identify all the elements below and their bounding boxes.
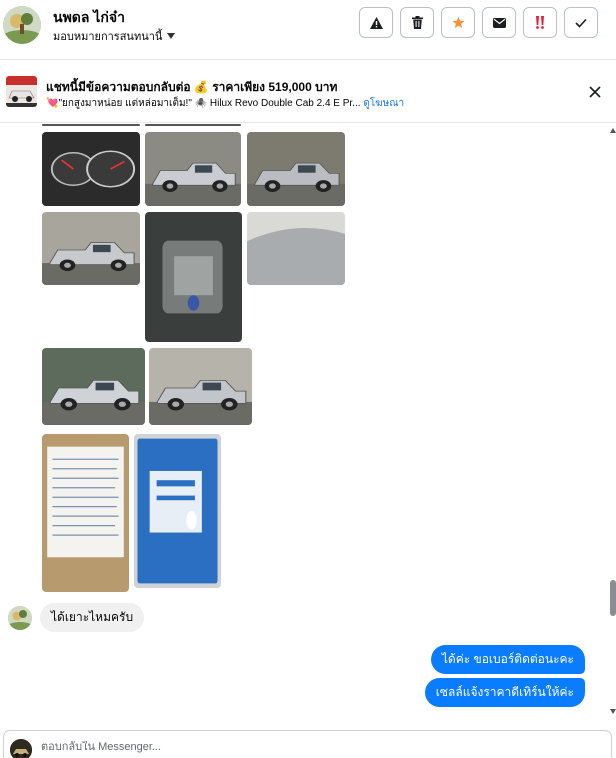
report-spam-button[interactable] bbox=[359, 7, 393, 38]
close-icon[interactable] bbox=[588, 85, 602, 99]
photo-attachment[interactable] bbox=[145, 212, 242, 342]
mark-unread-button[interactable] bbox=[482, 7, 516, 38]
scrollbar-thumb[interactable] bbox=[610, 580, 616, 616]
mark-done-button[interactable] bbox=[564, 7, 598, 38]
photo-attachment[interactable] bbox=[145, 124, 241, 126]
assign-label: มอบหมายการสนทนานี้ bbox=[53, 31, 163, 43]
delete-button[interactable] bbox=[400, 7, 434, 38]
outgoing-message[interactable]: ได้ค่ะ ขอเบอร์ติดต่อนะคะ bbox=[430, 645, 585, 674]
thread-scrollbar[interactable] bbox=[610, 124, 616, 718]
view-ad-link[interactable]: ดูโฆษณา bbox=[363, 98, 404, 109]
double-exclamation-icon bbox=[536, 16, 544, 29]
assign-conversation-dropdown[interactable]: มอบหมายการสนทนานี้ bbox=[53, 27, 176, 45]
photo-attachment[interactable] bbox=[42, 434, 129, 592]
follow-up-button[interactable] bbox=[441, 7, 475, 38]
conversation-header: นพดล ไก่จ๋า มอบหมายการสนทนานี้ bbox=[0, 0, 616, 60]
photo-attachment[interactable] bbox=[247, 212, 345, 285]
photo-attachment[interactable] bbox=[247, 132, 345, 206]
messenger-inbox: นพดล ไก่จ๋า มอบหมายการสนทนานี้ แชทนี้มีข… bbox=[0, 0, 616, 758]
checkmark-icon bbox=[575, 18, 587, 28]
photo-attachment[interactable] bbox=[42, 132, 140, 206]
star-icon bbox=[452, 16, 464, 29]
scroll-up-icon[interactable] bbox=[610, 128, 616, 133]
reply-input[interactable] bbox=[41, 741, 541, 753]
photo-attachment[interactable] bbox=[134, 434, 221, 588]
photo-attachment[interactable] bbox=[145, 132, 241, 206]
ad-thumbnail[interactable] bbox=[6, 76, 37, 107]
photo-attachment[interactable] bbox=[42, 124, 140, 126]
priority-button[interactable] bbox=[523, 7, 557, 38]
caret-down-icon bbox=[167, 33, 176, 39]
trash-icon bbox=[411, 16, 423, 29]
photo-attachment[interactable] bbox=[42, 212, 140, 285]
envelope-icon bbox=[492, 17, 506, 28]
ad-title: แชทนี้มีข้อความตอบกลับต่อ 💰 ราคาเพียง 51… bbox=[46, 80, 338, 94]
ad-subtitle-text: 💘"ยกสูงมาหน่อย แต่หล่อมาเต็ม!" 🕷️ Hilux … bbox=[46, 98, 361, 109]
outgoing-message[interactable]: เซลล์แจ้งราคาดีเทิร์นให้ค่ะ bbox=[424, 678, 585, 707]
scroll-down-icon[interactable] bbox=[610, 709, 616, 714]
incoming-message[interactable]: ได้เยาะไหมครับ bbox=[40, 603, 145, 632]
photo-attachment[interactable] bbox=[42, 348, 145, 425]
sender-avatar bbox=[8, 606, 32, 630]
photo-attachment[interactable] bbox=[149, 348, 252, 425]
reply-composer bbox=[3, 730, 612, 758]
contact-name[interactable]: นพดล ไก่จ๋า bbox=[53, 7, 125, 29]
page-avatar bbox=[10, 739, 32, 758]
warning-icon bbox=[369, 16, 383, 29]
ad-context-banner: แชทนี้มีข้อความตอบกลับต่อ 💰 ราคาเพียง 51… bbox=[0, 61, 616, 123]
ad-subtitle: 💘"ยกสูงมาหน่อย แต่หล่อมาเต็ม!" 🕷️ Hilux … bbox=[46, 96, 404, 111]
conversation-actions bbox=[359, 7, 598, 38]
contact-avatar[interactable] bbox=[3, 6, 41, 44]
